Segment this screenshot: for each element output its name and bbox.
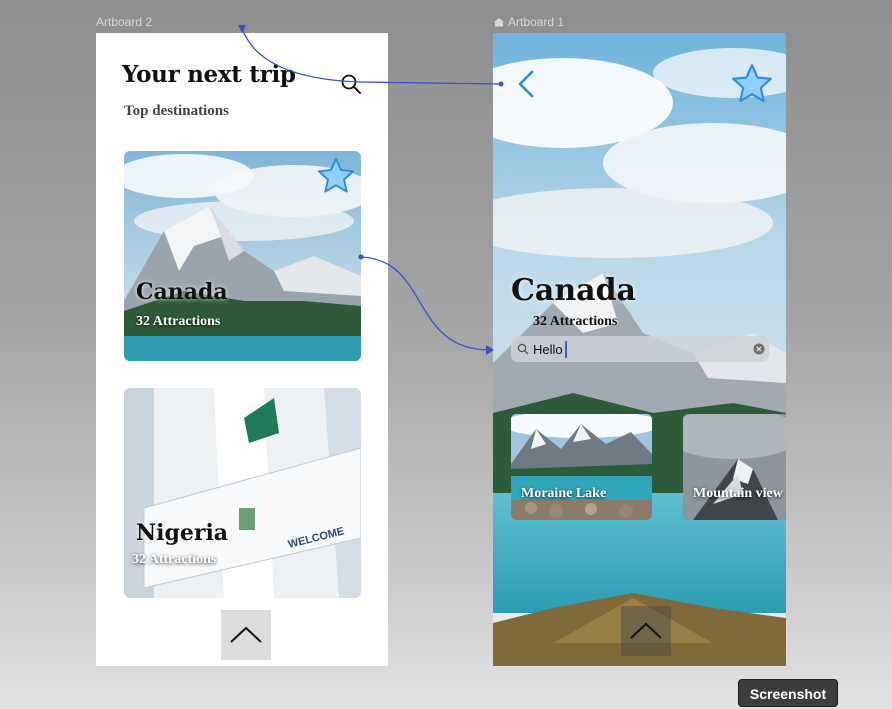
mountain-view-image	[683, 414, 786, 520]
attraction-card-moraine-lake[interactable]: Moraine Lake	[511, 414, 652, 520]
back-chevron-icon[interactable]	[511, 67, 541, 101]
scroll-up-button[interactable]	[221, 610, 271, 660]
destination-card-canada[interactable]: Canada 32 Attractions	[124, 151, 361, 361]
search-bar[interactable]	[511, 336, 769, 362]
destination-card-nigeria[interactable]: WELCOME Nigeria 32 Attractions	[124, 388, 361, 598]
text-caret	[565, 341, 567, 358]
artboard-1-label[interactable]: Artboard 1	[493, 15, 564, 29]
artboard-1: Canada 32 Attractions Moraine Lake	[493, 33, 786, 666]
scroll-up-button[interactable]	[621, 606, 671, 656]
chevron-up-icon	[230, 626, 262, 643]
attraction-label: Moraine Lake	[521, 486, 607, 501]
attraction-card-mountain-view[interactable]: Mountain view	[683, 414, 786, 520]
destination-attractions: 32 Attractions	[533, 314, 618, 329]
card-title: Nigeria	[136, 520, 229, 546]
moraine-lake-image	[511, 414, 652, 520]
attraction-label: Mountain view	[693, 486, 783, 501]
screenshot-button[interactable]: Screenshot	[738, 679, 838, 707]
search-icon[interactable]	[340, 73, 362, 95]
artboard-2: Your next trip Top destinations Canada 3…	[96, 33, 388, 666]
home-icon	[494, 18, 504, 27]
chevron-up-icon	[630, 622, 662, 639]
favorite-star-icon[interactable]	[315, 155, 357, 197]
page-title: Your next trip	[122, 61, 296, 88]
card-title: Canada	[136, 279, 228, 305]
clear-icon[interactable]	[753, 343, 765, 355]
favorite-star-icon[interactable]	[729, 61, 775, 107]
destination-title: Canada	[511, 273, 636, 308]
search-icon	[517, 343, 529, 355]
card-attractions: 32 Attractions	[132, 552, 217, 567]
artboard-2-label[interactable]: Artboard 2	[96, 15, 152, 29]
artboard-1-label-text: Artboard 1	[508, 15, 565, 29]
card-attractions: 32 Attractions	[136, 314, 221, 329]
search-input[interactable]	[533, 339, 733, 359]
page-subtitle: Top destinations	[124, 103, 229, 119]
